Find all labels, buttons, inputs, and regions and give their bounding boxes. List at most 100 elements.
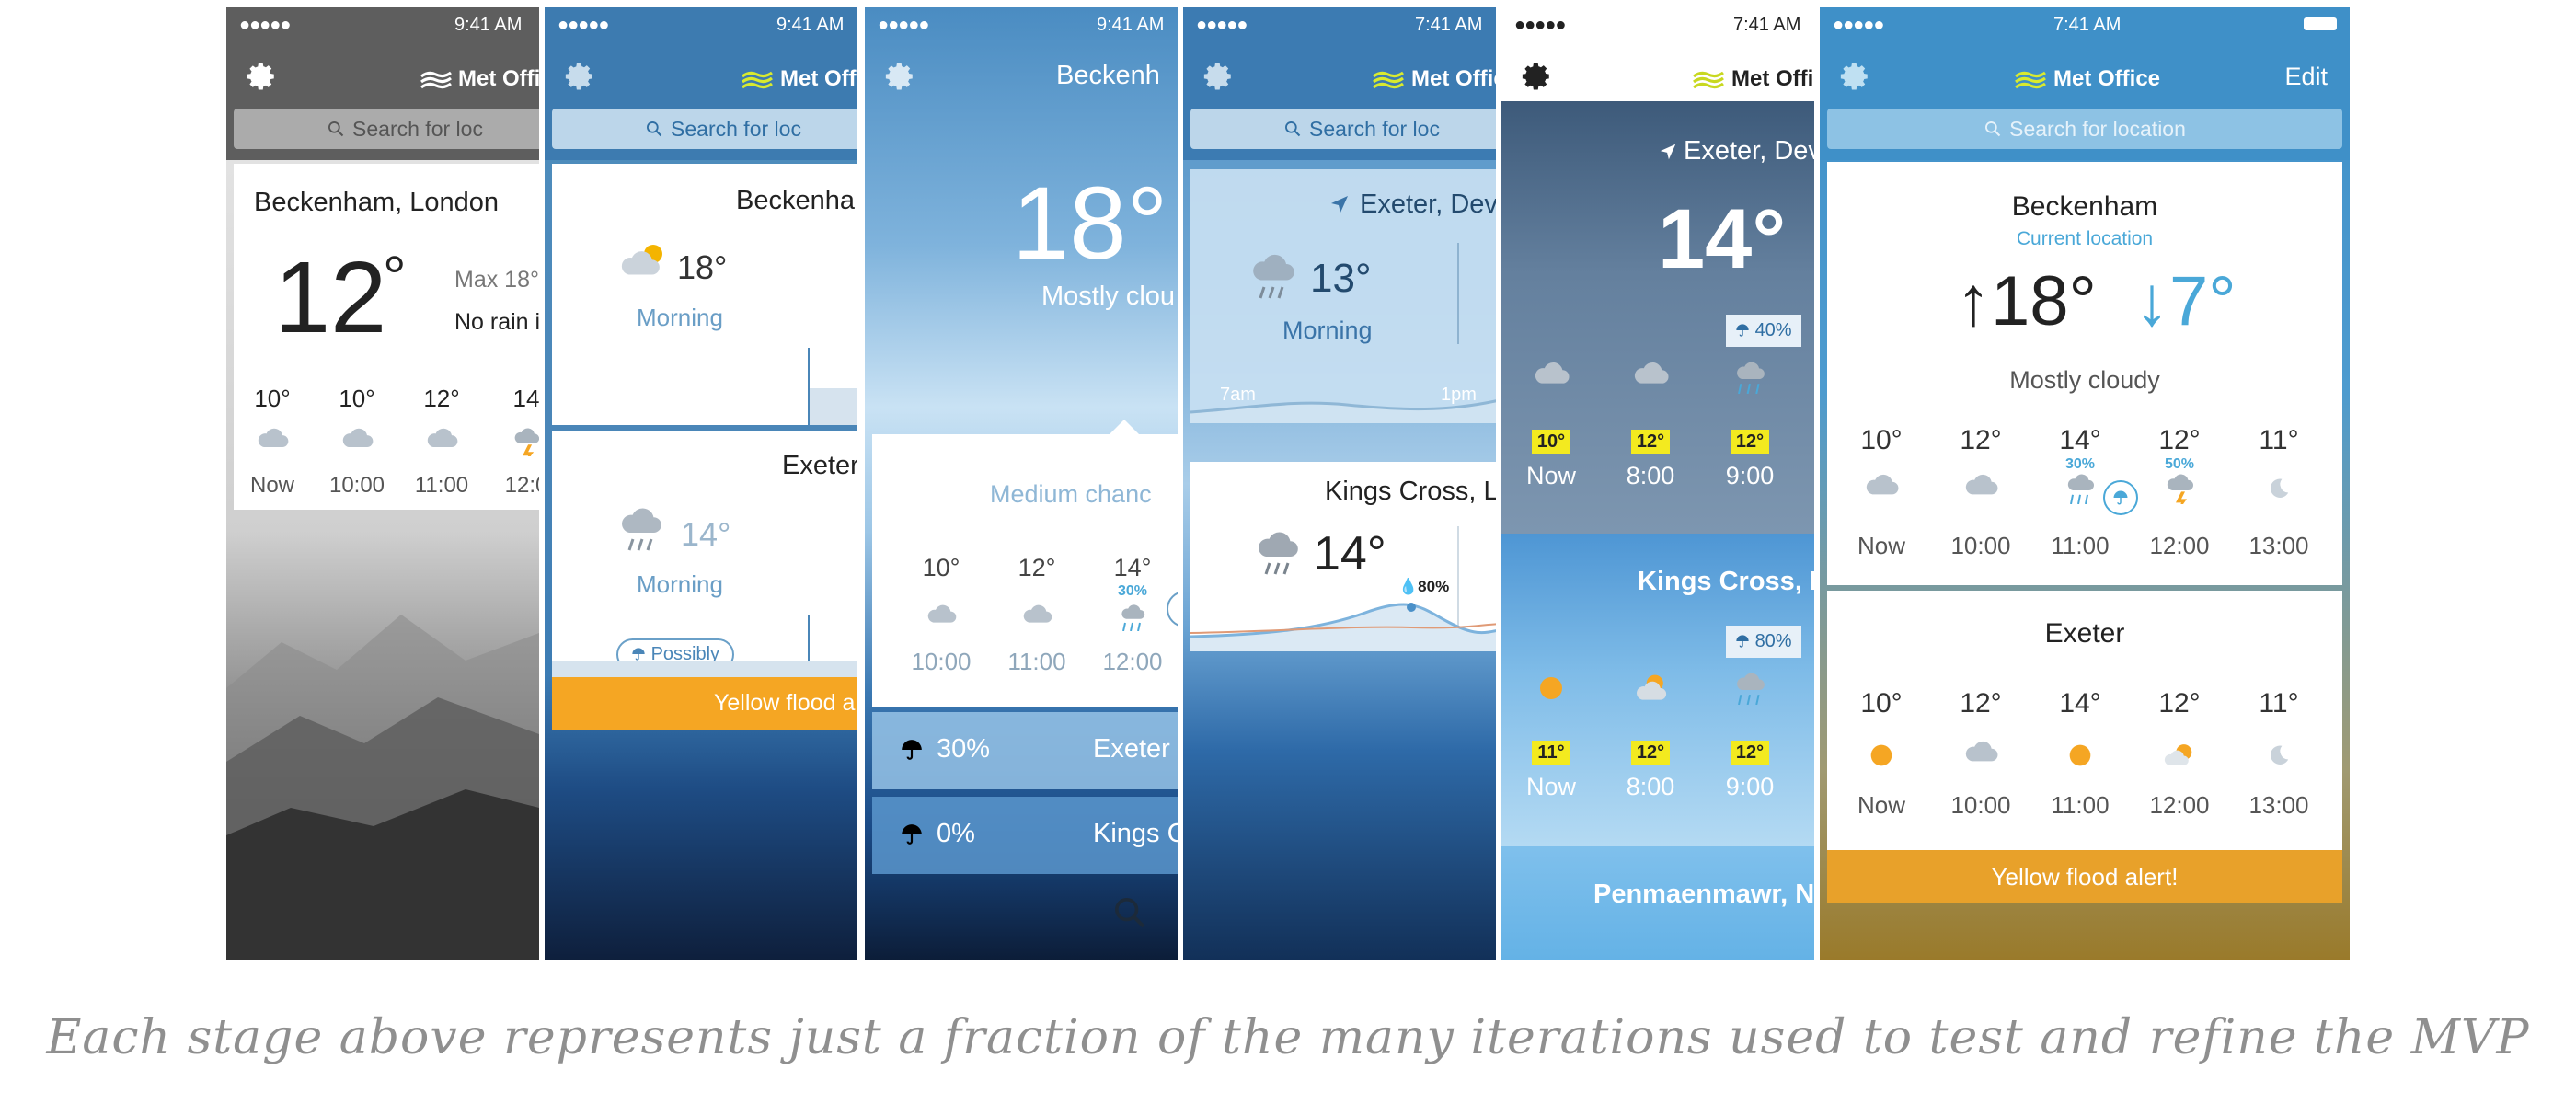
precipitation-toggle[interactable] xyxy=(2103,480,2138,515)
signal-icon: ●●●●● xyxy=(878,15,929,35)
hour-label: 11:00 xyxy=(1007,648,1066,675)
row-location: Kings Cro xyxy=(1093,819,1178,848)
card-title: Exeter xyxy=(2044,618,2125,649)
search-icon xyxy=(1283,120,1302,138)
gear-icon[interactable] xyxy=(565,61,596,92)
search-input[interactable]: Search for loc xyxy=(1190,109,1496,149)
status-bar: ●●●●● 9:41 AM xyxy=(865,7,1178,48)
alert-text: Yellow flood a xyxy=(714,690,856,716)
hour-label: 8:00 xyxy=(1626,773,1675,800)
gear-icon[interactable] xyxy=(885,61,916,92)
card-title: Kings Cross, L xyxy=(1325,477,1496,506)
alert-text: Yellow flood alert! xyxy=(1991,863,2179,891)
gear-icon[interactable] xyxy=(1840,61,1871,92)
search-placeholder: Search for loc xyxy=(1309,116,1440,141)
met-office-logo-icon xyxy=(1371,68,1406,90)
location-section-kings-cross[interactable]: Kings Cross, L 80% 11° Now 12° 8:00 12° 9:00 xyxy=(1501,534,1814,846)
status-bar: ●●●●● 7:41 AM xyxy=(1820,7,2350,48)
hour-temp: 12° xyxy=(1604,425,1696,454)
cloud-icon xyxy=(427,428,458,447)
hour-temp: 14 xyxy=(512,385,539,412)
location-card-beckenham[interactable]: Beckenham Current location ↑18° ↓7° Most… xyxy=(1827,162,2342,585)
search-icon[interactable] xyxy=(1111,894,1148,931)
gear-icon[interactable] xyxy=(247,61,278,92)
flood-alert-banner[interactable]: Yellow flood alert! xyxy=(1827,850,2342,903)
met-office-logo: Met Office xyxy=(1691,65,1814,93)
search-input[interactable]: Search for location xyxy=(1827,109,2342,149)
temp-highlight: 12° xyxy=(1630,741,1671,765)
location-card-beckenham[interactable]: Beckenha 18° Morning xyxy=(552,164,857,425)
gear-icon[interactable] xyxy=(1203,61,1235,92)
met-office-logo: Met Office xyxy=(420,65,539,93)
status-time: 7:41 AM xyxy=(2053,15,2122,35)
current-temp: 18° S xyxy=(1012,166,1178,281)
card-title: Exeter xyxy=(782,451,857,480)
umbrella-icon xyxy=(1735,634,1750,649)
hour-label: 13:00 xyxy=(2248,791,2309,819)
search-icon xyxy=(645,120,663,138)
location-card-kings-cross[interactable]: Kings Cross, L 14° 💧80% xyxy=(1190,462,1496,651)
brand-name: Met Office xyxy=(1731,66,1814,91)
edit-button[interactable]: Edit xyxy=(2284,63,2328,91)
location-card-exeter[interactable]: Exeter, Dev 13° Morning 7am 1pm xyxy=(1190,169,1496,423)
signal-icon: ●●●●● xyxy=(1196,15,1248,35)
gear-icon[interactable] xyxy=(1522,61,1553,92)
search-input[interactable]: Search for loc xyxy=(552,109,857,149)
search-input[interactable]: Search for loc xyxy=(234,109,539,149)
badge-label: 40% xyxy=(1754,320,1792,340)
badge-label: 80% xyxy=(1754,631,1792,651)
nav-bar: Beckenh xyxy=(865,48,1178,109)
card-subtitle: Current location xyxy=(2016,228,2154,249)
hour-label: 13:00 xyxy=(2248,532,2309,559)
location-title: Exeter, Dev xyxy=(1684,136,1814,166)
temp-highlight: 12° xyxy=(1730,741,1770,765)
forecast-card[interactable]: Beckenham, London 12 ° Max 18° No rain i… xyxy=(234,164,539,510)
card-temp: 14° xyxy=(681,515,731,553)
cloud-icon xyxy=(1965,741,1998,762)
hour-temp: 12° xyxy=(1704,425,1796,454)
weather-summary: Mostly cloudy xyxy=(2009,366,2160,394)
high-temp-group: ↑18° xyxy=(1956,262,2097,340)
met-office-logo-icon xyxy=(740,68,775,90)
hour-label: Now xyxy=(1525,773,1576,800)
hour-label: 10:00 xyxy=(1950,532,2011,559)
precipitation-card[interactable]: Medium chanc 10° 10:00 12° 11:00 30% 14° 12:00 xyxy=(872,434,1178,707)
brand-name: Met Office xyxy=(780,66,857,91)
current-temp: 12 xyxy=(274,241,387,354)
cloud-icon xyxy=(1634,362,1669,384)
location-section-penmaenmawr[interactable]: Penmaenmawr, N xyxy=(1501,846,1814,960)
hour-temp: 11° xyxy=(2259,425,2299,455)
cloud-icon xyxy=(342,428,374,447)
hour-label: 11:00 xyxy=(2051,532,2110,559)
rain-icon xyxy=(1253,254,1294,299)
hour-temp: 10° xyxy=(254,385,291,412)
battery-icon xyxy=(2304,17,2337,30)
location-card-exeter[interactable]: Exeter 14° Morning Possibly xyxy=(552,431,857,677)
location-card-exeter[interactable]: Exeter 10° Now 12° 10:00 14° 11:00 12° 12:00 11°… xyxy=(1827,591,2342,850)
signal-icon: ●●●●● xyxy=(1833,15,1884,35)
mountain-background xyxy=(226,615,539,960)
flood-alert-banner[interactable]: Yellow flood a xyxy=(552,677,857,730)
hour-temp: 10° xyxy=(1860,688,1903,719)
brand-name: Met Office xyxy=(2053,66,2161,91)
hour-label: Now xyxy=(1525,462,1576,489)
signal-icon: ●●●●● xyxy=(558,15,609,35)
location-arrow-icon xyxy=(1658,142,1678,162)
location-row-exeter[interactable]: 30% Exeter xyxy=(872,712,1178,789)
location-section-exeter[interactable]: Exeter, Dev 14° 40% 10° Now 12° 8:00 12° 9:00 xyxy=(1501,101,1814,534)
status-time: 7:41 AM xyxy=(1733,15,1801,35)
temp-highlight: 10° xyxy=(1531,430,1571,454)
umbrella-icon xyxy=(900,822,924,846)
screen-4: ●●●●● 7:41 AM Met Office Search for loc … xyxy=(1183,7,1496,960)
low-temp: 7° xyxy=(2169,262,2237,340)
location-row-kings-cross[interactable]: 0% Kings Cro xyxy=(872,797,1178,874)
hour-temp: 10° xyxy=(922,554,960,581)
location-header: Beckenh xyxy=(1056,61,1160,90)
rain-icon xyxy=(1259,532,1298,575)
search-icon xyxy=(1984,120,2002,138)
hour-temp: 14° xyxy=(2059,688,2101,719)
card-period: Morning xyxy=(637,304,723,331)
hour-label: 12:00 xyxy=(2149,791,2210,819)
screen-5: ●●●●● 7:41 AM Met Office Exeter, Dev 14°… xyxy=(1501,7,1814,960)
status-bar: ●●●●● 7:41 AM xyxy=(1501,7,1814,48)
